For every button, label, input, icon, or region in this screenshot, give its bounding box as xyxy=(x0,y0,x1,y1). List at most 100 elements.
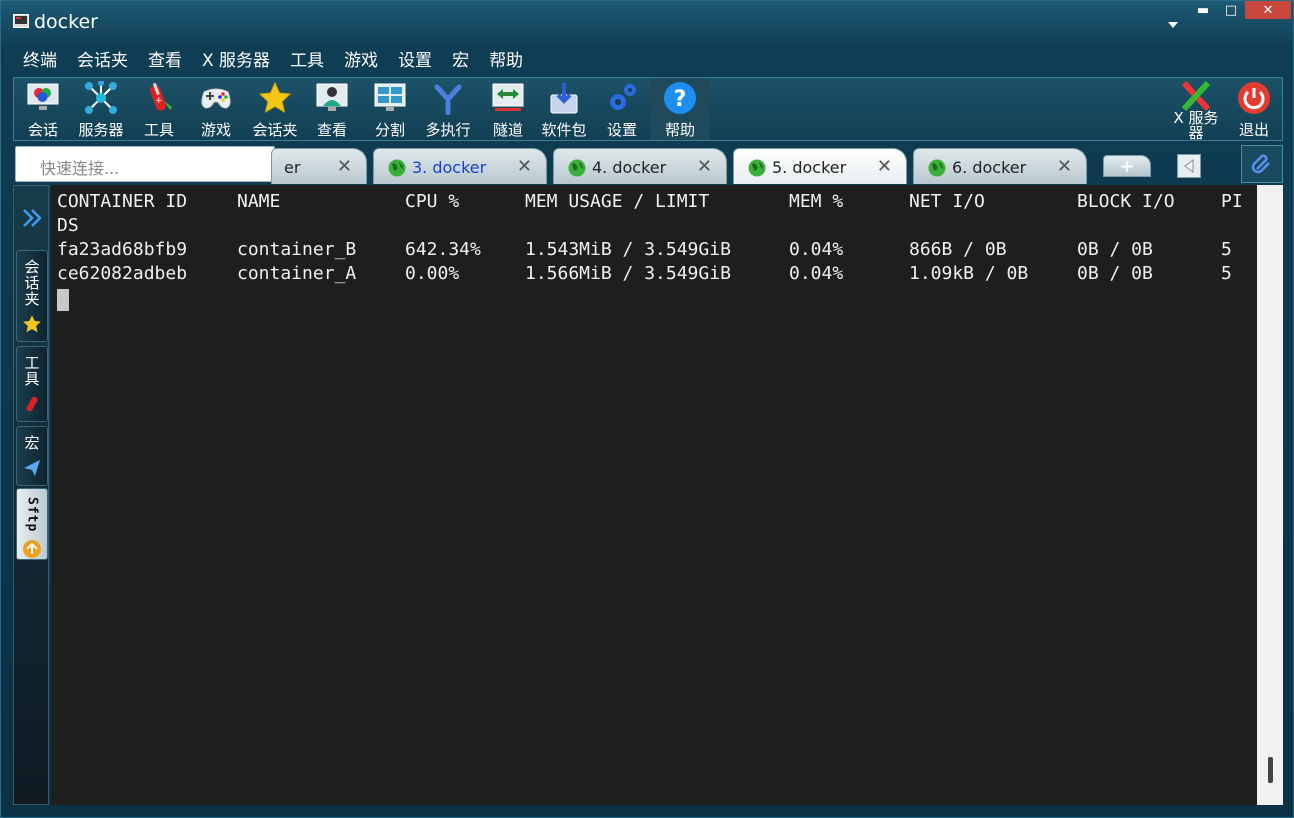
cell-pids: 5 xyxy=(1221,263,1232,284)
cell-net-io: 866B / 0B xyxy=(909,239,1007,260)
sessions-folder-button[interactable]: 会话夹 xyxy=(250,78,300,140)
view-button[interactable]: 查看 xyxy=(312,78,352,140)
table-row: ce62082adbeb container_A 0.00% 1.566MiB … xyxy=(57,263,1232,287)
power-icon xyxy=(1237,81,1271,115)
maximize-button[interactable]: □ xyxy=(1217,1,1245,19)
attach-button[interactable] xyxy=(1241,145,1283,183)
split-screen-icon xyxy=(373,81,407,115)
terminal-cursor xyxy=(57,289,69,311)
minimize-button[interactable]: ▬ xyxy=(1189,1,1217,19)
table-row: fa23ad68bfb9 container_B 642.34% 1.543Mi… xyxy=(57,239,1232,263)
cell-name: container_A xyxy=(237,263,357,284)
settings-button[interactable]: 设置 xyxy=(602,78,642,140)
close-icon[interactable]: ✕ xyxy=(1057,156,1072,177)
tab-label: 3. docker xyxy=(412,158,487,177)
star-icon xyxy=(258,81,292,115)
cell-mem-usage: 1.543MiB / 3.549GiB xyxy=(525,239,731,260)
split-button[interactable]: 分割 xyxy=(370,78,410,140)
menu-help[interactable]: 帮助 xyxy=(479,47,533,75)
user-screen-icon xyxy=(315,81,349,115)
new-tab-button[interactable]: + xyxy=(1103,155,1151,177)
window-controls: ▬ □ ✕ xyxy=(1189,1,1291,19)
tab-label: 6. docker xyxy=(952,158,1027,177)
exit-label: 退出 xyxy=(1238,121,1269,139)
tab-label: 5. docker xyxy=(772,158,847,177)
terminal-scrollbar[interactable] xyxy=(1257,185,1283,805)
col-mem-usage: MEM USAGE / LIMIT xyxy=(525,191,710,212)
tabs-scroll-left-button[interactable] xyxy=(1177,154,1201,178)
monitor-icon xyxy=(26,81,60,115)
multiexec-button[interactable]: 多执行 xyxy=(422,78,474,140)
sidebar-tab-sftp[interactable]: Sftp xyxy=(16,488,48,560)
download-icon xyxy=(547,81,581,115)
col-cpu: CPU % xyxy=(405,191,460,212)
xserver-label-line2: 器 xyxy=(1188,124,1204,142)
side-panel: 会话夹 工具 宏 Sftp xyxy=(13,185,49,805)
window-title: docker xyxy=(34,11,98,33)
servers-button[interactable]: 服务器 xyxy=(72,78,130,140)
menu-xserver[interactable]: X 服务器 xyxy=(192,47,280,75)
terminal-header-row: CONTAINER ID NAME CPU % MEM USAGE / LIMI… xyxy=(57,191,1243,215)
games-button[interactable]: 游戏 xyxy=(196,78,236,140)
cell-container-id: fa23ad68bfb9 xyxy=(57,239,188,260)
close-icon[interactable]: ✕ xyxy=(877,156,892,177)
cell-net-io: 1.09kB / 0B xyxy=(909,263,1029,284)
packages-button[interactable]: 软件包 xyxy=(538,78,590,140)
tab-docker-6[interactable]: 6. docker ✕ xyxy=(913,148,1087,184)
globe-icon xyxy=(568,159,586,177)
menu-bar: 终端 会话夹 查看 X 服务器 工具 游戏 设置 宏 帮助 xyxy=(13,47,533,75)
cell-block-io: 0B / 0B xyxy=(1077,239,1153,260)
gears-icon xyxy=(605,81,639,115)
menu-settings[interactable]: 设置 xyxy=(388,47,442,75)
close-icon[interactable]: ✕ xyxy=(517,156,532,177)
menu-terminal[interactable]: 终端 xyxy=(13,47,67,75)
terminal-output[interactable]: CONTAINER ID NAME CPU % MEM USAGE / LIMI… xyxy=(51,185,1257,805)
main-toolbar: 会话 服务器 + 工具 游戏 会话夹 查看 分割 多执行 隧道 软件包 设置 ?… xyxy=(13,77,1283,141)
close-window-button[interactable]: ✕ xyxy=(1245,1,1291,19)
svg-text:+: + xyxy=(155,96,163,106)
star-icon xyxy=(21,313,43,335)
tunnel-icon xyxy=(491,81,525,115)
svg-text:?: ? xyxy=(674,87,687,112)
globe-icon xyxy=(928,159,946,177)
tunnel-button[interactable]: 隧道 xyxy=(488,78,528,140)
session-label: 会话 xyxy=(27,121,58,139)
tab-partial[interactable]: er ✕ xyxy=(271,148,367,184)
xserver-button[interactable]: X 服务器 xyxy=(1168,78,1224,141)
session-button[interactable]: 会话 xyxy=(18,78,68,140)
x-server-icon xyxy=(1179,81,1213,111)
expand-sidebar-icon[interactable] xyxy=(20,206,44,230)
menu-games[interactable]: 游戏 xyxy=(334,47,388,75)
cell-mem-percent: 0.04% xyxy=(789,263,844,284)
col-mem-percent: MEM % xyxy=(789,191,844,212)
servers-label: 服务器 xyxy=(78,121,124,139)
help-label: 帮助 xyxy=(664,121,695,139)
menu-sessions[interactable]: 会话夹 xyxy=(67,47,138,75)
scrollbar-thumb[interactable] xyxy=(1268,757,1273,783)
sidebar-tab-macros[interactable]: 宏 xyxy=(16,426,48,486)
games-label: 游戏 xyxy=(200,121,231,139)
packages-label: 软件包 xyxy=(541,121,587,139)
close-icon[interactable]: ✕ xyxy=(697,156,712,177)
col-container-id: CONTAINER ID xyxy=(57,191,188,212)
xserver-label: X 服务器 xyxy=(1173,111,1218,141)
sidebar-tab-sessions[interactable]: 会话夹 xyxy=(16,250,48,342)
sidebar-tab-tools[interactable]: 工具 xyxy=(16,346,48,422)
tab-label: er xyxy=(284,158,301,177)
exit-button[interactable]: 退出 xyxy=(1234,78,1274,140)
chevron-down-icon[interactable] xyxy=(1165,20,1181,30)
tab-docker-3[interactable]: 3. docker ✕ xyxy=(373,148,547,184)
tab-docker-5[interactable]: 5. docker ✕ xyxy=(733,148,907,184)
network-icon xyxy=(84,81,118,115)
menu-view[interactable]: 查看 xyxy=(138,47,192,75)
menu-tools[interactable]: 工具 xyxy=(280,47,334,75)
sidebar-tab-label: 宏 xyxy=(22,435,41,451)
close-icon[interactable]: ✕ xyxy=(337,156,352,177)
cell-cpu: 642.34% xyxy=(405,239,481,260)
menu-macros[interactable]: 宏 xyxy=(442,47,479,75)
quick-connect-input[interactable]: 快速连接... xyxy=(15,146,275,182)
tab-docker-4[interactable]: 4. docker ✕ xyxy=(553,148,727,184)
help-button[interactable]: ? 帮助 xyxy=(650,78,710,140)
multiexec-label: 多执行 xyxy=(425,121,471,139)
tools-button[interactable]: + 工具 xyxy=(136,78,182,140)
